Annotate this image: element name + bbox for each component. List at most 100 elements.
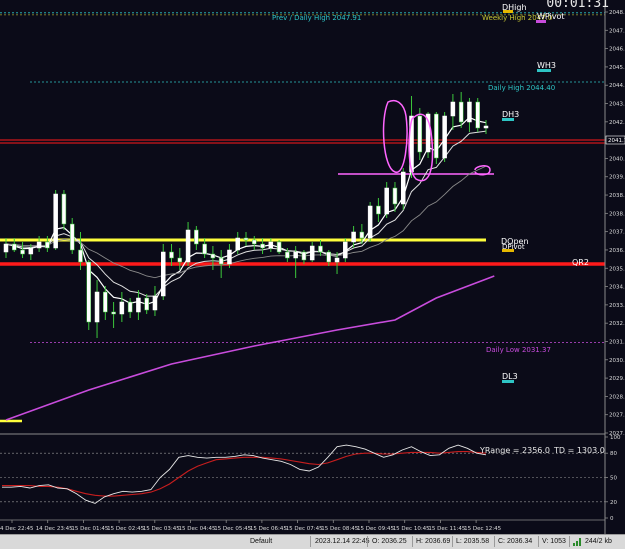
candle-body <box>152 295 158 311</box>
price-tick-label: 2043.4 <box>609 102 625 108</box>
candle-body <box>417 115 423 153</box>
prev-daily-high-label: Prev / Daily High 2047.91 <box>272 14 362 22</box>
candle-body <box>343 241 348 259</box>
price-tick-label: 2036.1 <box>609 248 625 254</box>
candle-body <box>392 187 398 205</box>
candle-body <box>53 193 58 249</box>
price-tick-label: 2030.6 <box>609 358 625 364</box>
status-traffic: 244/2 kb <box>585 538 612 545</box>
connection-icon[interactable] <box>573 537 582 546</box>
candle-body <box>69 223 75 251</box>
ma-mid-line <box>5 130 487 297</box>
status-close: C: 2036.34 <box>498 538 533 545</box>
ma-slow-line <box>5 165 487 279</box>
price-tick-label: 2046.3 <box>609 47 625 53</box>
price-tick-label: 2038.0 <box>609 211 625 217</box>
price-tick-label: 2037.0 <box>609 230 625 236</box>
time-tick-label: 15 Dec 01:45 <box>71 526 108 532</box>
price-tick-label: 2042.5 <box>609 120 625 126</box>
status-profile[interactable]: Default <box>250 538 272 545</box>
candle-body <box>467 101 472 123</box>
candle-body <box>36 241 42 249</box>
candle-body <box>3 243 9 253</box>
candle-body <box>177 257 183 263</box>
candle-body <box>293 251 298 259</box>
status-open: O: 2036.25 <box>372 538 407 545</box>
candle-body <box>202 243 207 255</box>
candle-body <box>144 297 149 311</box>
candle-body <box>285 251 290 259</box>
candle-body <box>276 241 282 253</box>
candle-body <box>61 193 67 225</box>
status-datetime: 2023.12.14 22:45 <box>315 538 370 545</box>
qr2-label: QR2 <box>572 258 589 267</box>
candle-countdown-timer: 00:01:31 <box>546 0 609 11</box>
time-tick-label: 15 Dec 06:45 <box>250 526 287 532</box>
candle-body <box>45 241 50 249</box>
price-tick-label: 2035.2 <box>609 266 625 272</box>
time-tick-label: 15 Dec 04:45 <box>179 526 216 532</box>
price-tick-label: 2032.5 <box>609 321 625 327</box>
price-tick-label: 2040.7 <box>609 156 625 162</box>
candle-body <box>359 231 365 239</box>
candle-body <box>119 301 125 315</box>
candle-body <box>78 249 83 263</box>
price-tick-label: 2045.3 <box>609 65 625 71</box>
candle-body <box>326 251 332 263</box>
time-tick-label: 15 Dec 09:45 <box>357 526 394 532</box>
osc-tick-label: 80 <box>610 451 617 457</box>
candle-body <box>169 251 174 259</box>
time-tick-label: 15 Dec 07:45 <box>286 526 323 532</box>
time-tick-label: 15 Dec 03:45 <box>143 526 180 532</box>
price-tick-label: 2034.3 <box>609 285 625 291</box>
status-high: H: 2036.69 <box>416 538 451 545</box>
candle-body <box>384 187 389 215</box>
candle-body <box>185 229 191 263</box>
candle-body <box>458 101 464 123</box>
price-chart[interactable]: 2048.0 2047.1 2046.3 2045.3 2044.4 2043.4 2042… <box>0 0 625 548</box>
time-tick-label: 15 Dec 02:45 <box>107 526 144 532</box>
osc-tick-label: 0 <box>610 516 614 522</box>
osc-tick-label: 100 <box>610 435 621 441</box>
osc-main-line <box>2 444 487 504</box>
daily-high-label: Daily High 2044.40 <box>488 84 556 92</box>
candle-body <box>268 241 274 249</box>
dl3-label: DL3 <box>502 372 518 381</box>
candle-body <box>12 243 17 251</box>
candle-body <box>252 239 257 245</box>
price-tick-label: 2031.5 <box>609 339 625 345</box>
candle-body <box>28 247 34 255</box>
time-tick-label: 15 Dec 10:45 <box>393 526 430 532</box>
dh3-label: DH3 <box>502 110 520 119</box>
candle-body <box>136 297 141 313</box>
status-bar: Default 2023.12.14 22:45 O: 2036.25 H: 2… <box>0 534 625 549</box>
candle-body <box>210 253 216 259</box>
candle-body <box>400 171 406 205</box>
price-tick-label: 2048.0 <box>609 10 625 16</box>
price-tick-label: 2027.9 <box>609 413 625 419</box>
candle-body <box>334 257 340 263</box>
candle-body <box>111 311 116 315</box>
dhigh-label: DHigh <box>502 3 527 12</box>
current-price-label: 2041.7 <box>608 138 625 144</box>
candle-body <box>376 205 381 215</box>
dpivot-label: DPivot <box>502 243 525 251</box>
price-tick-label: 2033.3 <box>609 303 625 309</box>
status-volume: V: 1053 <box>542 538 566 545</box>
candle-body <box>442 115 447 159</box>
candle-body <box>475 101 480 129</box>
candle-body <box>86 261 92 323</box>
price-tick-label: 2029.7 <box>609 376 625 382</box>
candle-body <box>20 249 25 255</box>
candle-body <box>351 231 356 243</box>
ma-fast-line <box>5 116 487 305</box>
candle-body <box>127 301 133 313</box>
candle-body <box>103 291 108 313</box>
candle-body <box>301 251 307 261</box>
price-tick-label: 2047.1 <box>609 28 625 34</box>
candle-body <box>94 291 100 323</box>
osc-signal-line <box>2 451 487 497</box>
osc-tick-label: 20 <box>610 500 617 506</box>
daily-low-label: Daily Low 2031.37 <box>486 346 551 354</box>
time-tick-label: 15 Dec 08:45 <box>321 526 358 532</box>
